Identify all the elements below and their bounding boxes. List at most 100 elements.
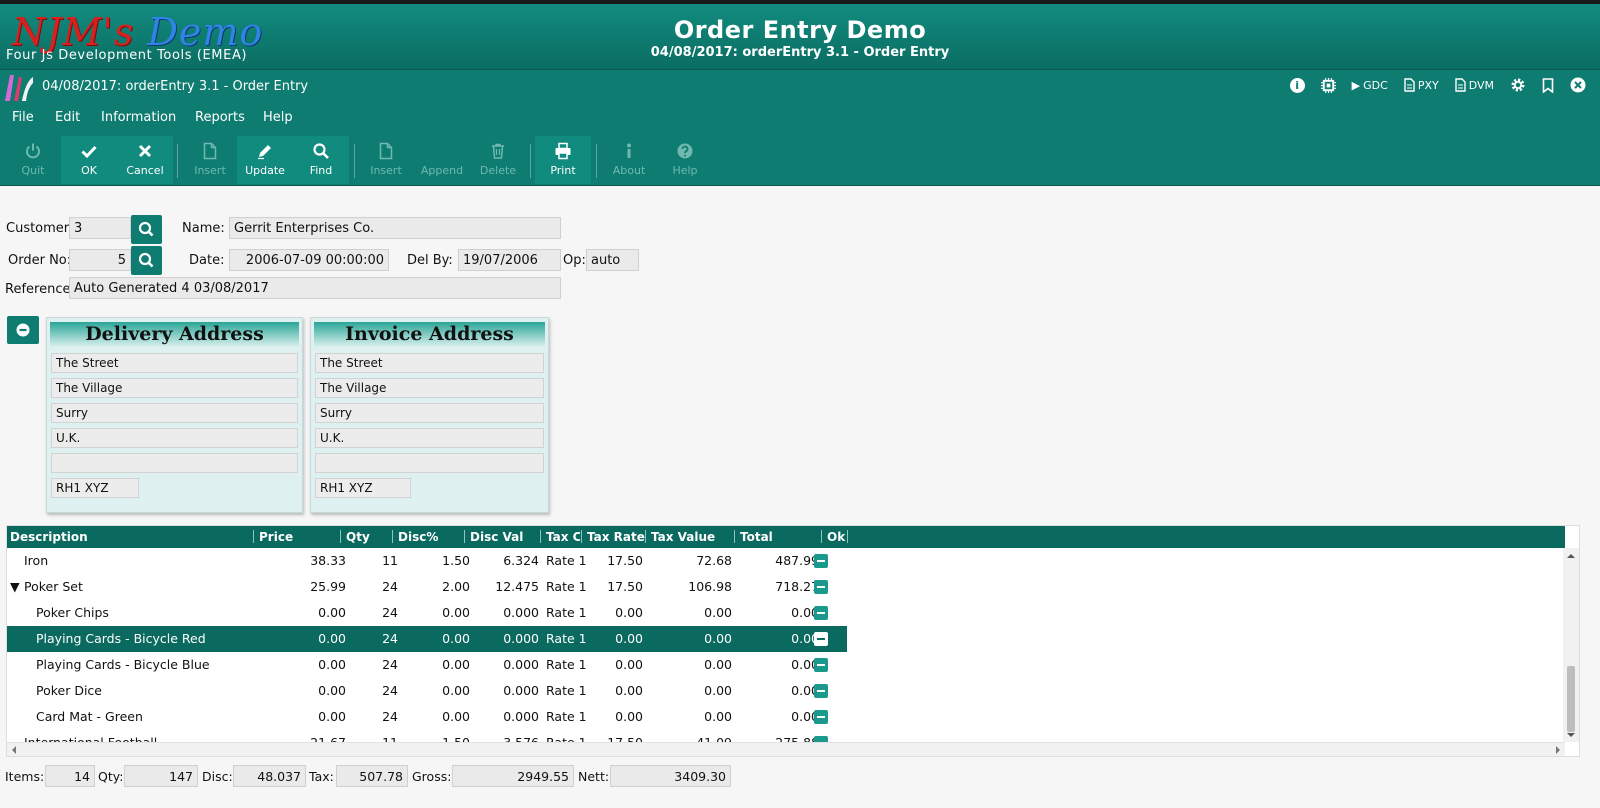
delivery-line-2[interactable]: The Village — [51, 378, 298, 398]
customer-field[interactable]: 3 — [69, 217, 131, 239]
cell-taxrate: 17.50 — [607, 553, 643, 568]
invoice-address-panel: Invoice Address The Street The Village S… — [310, 317, 549, 513]
delete-button[interactable]: Delete — [470, 136, 526, 184]
invoice-line-3[interactable]: Surry — [315, 403, 544, 423]
name-field[interactable]: Gerrit Enterprises Co. — [229, 217, 561, 239]
print-button[interactable]: Print — [535, 136, 591, 184]
table-row[interactable]: Playing Cards - Bicycle Blue 0.00 24 0.00 0.… — [7, 652, 847, 678]
col-price[interactable]: Price — [259, 530, 293, 544]
invoice-line-4[interactable]: U.K. — [315, 428, 544, 448]
col-ok[interactable]: Ok — [827, 530, 845, 544]
info-icon[interactable]: i — [1289, 77, 1305, 93]
ok-checkbox[interactable] — [814, 580, 828, 594]
table-row[interactable]: Card Mat - Green 0.00 24 0.00 0.000 Rate 1 0.0… — [7, 704, 847, 730]
menu-information[interactable]: Information — [101, 110, 176, 125]
delivery-postcode[interactable]: RH1 XYZ — [51, 478, 139, 498]
menu-edit[interactable]: Edit — [55, 110, 80, 125]
toolbar-separator — [596, 144, 597, 178]
col-tax-rate[interactable]: Tax Rate — [587, 530, 645, 544]
vertical-scrollbar[interactable] — [1563, 548, 1579, 742]
cell-discval: 0.000 — [503, 631, 539, 646]
power-icon — [26, 143, 40, 159]
append-label: Append — [420, 164, 464, 177]
col-disc-pct[interactable]: Disc% — [398, 530, 438, 544]
order-no-field[interactable]: 5 — [69, 249, 131, 271]
cell-description: Poker Dice — [36, 683, 102, 698]
col-total[interactable]: Total — [740, 530, 773, 544]
delivery-line-1[interactable]: The Street — [51, 353, 298, 373]
doc-dvm-icon[interactable]: DVM — [1455, 78, 1494, 92]
table-row[interactable]: ▼ Poker Set 25.99 24 2.00 12.475 Rate 1 17.50 10… — [7, 574, 847, 600]
scroll-left-icon[interactable] — [9, 743, 19, 757]
customer-lookup-button[interactable] — [131, 215, 162, 244]
update-button[interactable]: Update — [237, 136, 293, 184]
horizontal-scrollbar[interactable] — [7, 742, 1565, 756]
del-by-label: Del By: — [407, 253, 453, 268]
scroll-thumb[interactable] — [1567, 666, 1575, 732]
delivery-line-4[interactable]: U.K. — [51, 428, 298, 448]
table-row[interactable]: Poker Dice 0.00 24 0.00 0.000 Rate 1 0.00 0.00 0… — [7, 678, 847, 704]
info-icon — [627, 143, 631, 158]
ok-checkbox[interactable] — [814, 710, 828, 724]
find-button[interactable]: Find — [293, 136, 349, 184]
table-row[interactable]: Poker Chips 0.00 24 0.00 0.000 Rate 1 0.00 0.00… — [7, 600, 847, 626]
ok-checkbox[interactable] — [814, 606, 828, 620]
insert-line-button[interactable]: Insert — [358, 136, 414, 184]
menu-help[interactable]: Help — [263, 110, 293, 125]
invoice-line-5[interactable] — [315, 453, 544, 473]
col-qty[interactable]: Qty — [346, 530, 370, 544]
bookmark-icon[interactable] — [1542, 77, 1554, 93]
ok-checkbox[interactable] — [814, 632, 828, 646]
invoice-postcode[interactable]: RH1 XYZ — [315, 478, 411, 498]
ok-checkbox[interactable] — [814, 684, 828, 698]
table-row[interactable]: Iron 38.33 11 1.50 6.324 Rate 1 17.50 72.68 487.… — [7, 548, 847, 574]
delivery-line-3[interactable]: Surry — [51, 403, 298, 423]
invoice-line-1[interactable]: The Street — [315, 353, 544, 373]
col-disc-val[interactable]: Disc Val — [470, 530, 523, 544]
table-row[interactable]: Playing Cards - Bicycle Red 0.00 24 0.00 0.0… — [7, 626, 847, 652]
tax-field: 507.78 — [336, 765, 408, 787]
quit-button[interactable]: Quit — [5, 136, 61, 184]
cell-description: Playing Cards - Bicycle Red — [36, 631, 206, 646]
cell-disc: 1.50 — [442, 553, 470, 568]
ok-button[interactable]: OK — [61, 136, 117, 184]
date-field[interactable]: 2006-07-09 00:00:00 — [229, 249, 389, 271]
scroll-right-icon[interactable] — [1553, 743, 1563, 757]
scroll-down-icon[interactable] — [1563, 730, 1579, 740]
ok-checkbox[interactable] — [814, 554, 828, 568]
insert-button[interactable]: Insert — [182, 136, 238, 184]
cell-price: 25.99 — [310, 579, 346, 594]
collapse-button[interactable] — [7, 316, 39, 344]
close-icon[interactable] — [1570, 77, 1586, 93]
invoice-address-title: Invoice Address — [314, 322, 545, 348]
col-description[interactable]: Description — [10, 530, 88, 544]
cell-disc: 0.00 — [442, 605, 470, 620]
tree-expand-icon[interactable]: ▼ — [10, 579, 20, 594]
col-tax-value[interactable]: Tax Value — [651, 530, 715, 544]
cancel-button[interactable]: Cancel — [117, 136, 173, 184]
cell-total: 0.00 — [791, 683, 819, 698]
scroll-up-icon[interactable] — [1563, 551, 1579, 561]
help-button[interactable]: Help — [657, 136, 713, 184]
delivery-line-5[interactable] — [51, 453, 298, 473]
play-gdc-icon[interactable]: ▶ GDC — [1352, 79, 1388, 92]
pencil-icon — [258, 145, 271, 160]
doc-pxy-icon[interactable]: PXY — [1404, 78, 1439, 92]
op-field[interactable]: auto — [586, 249, 639, 271]
cell-taxrate: 0.00 — [615, 709, 643, 724]
name-label: Name: — [182, 221, 225, 236]
col-tax-code[interactable]: Tax Co — [546, 530, 580, 544]
gear-icon[interactable] — [1510, 77, 1526, 93]
del-by-field[interactable]: 19/07/2006 — [458, 249, 561, 271]
about-button[interactable]: About — [601, 136, 657, 184]
chip-icon[interactable] — [1320, 77, 1336, 93]
cell-description: Poker Set — [24, 579, 83, 594]
invoice-line-2[interactable]: The Village — [315, 378, 544, 398]
ok-checkbox[interactable] — [814, 658, 828, 672]
reference-field[interactable]: Auto Generated 4 03/08/2017 — [69, 277, 561, 299]
menu-file[interactable]: File — [12, 110, 34, 125]
append-button[interactable]: Append — [414, 136, 470, 184]
menu-reports[interactable]: Reports — [195, 110, 245, 125]
order-lookup-button[interactable] — [131, 246, 162, 275]
cell-taxrate: 0.00 — [615, 657, 643, 672]
